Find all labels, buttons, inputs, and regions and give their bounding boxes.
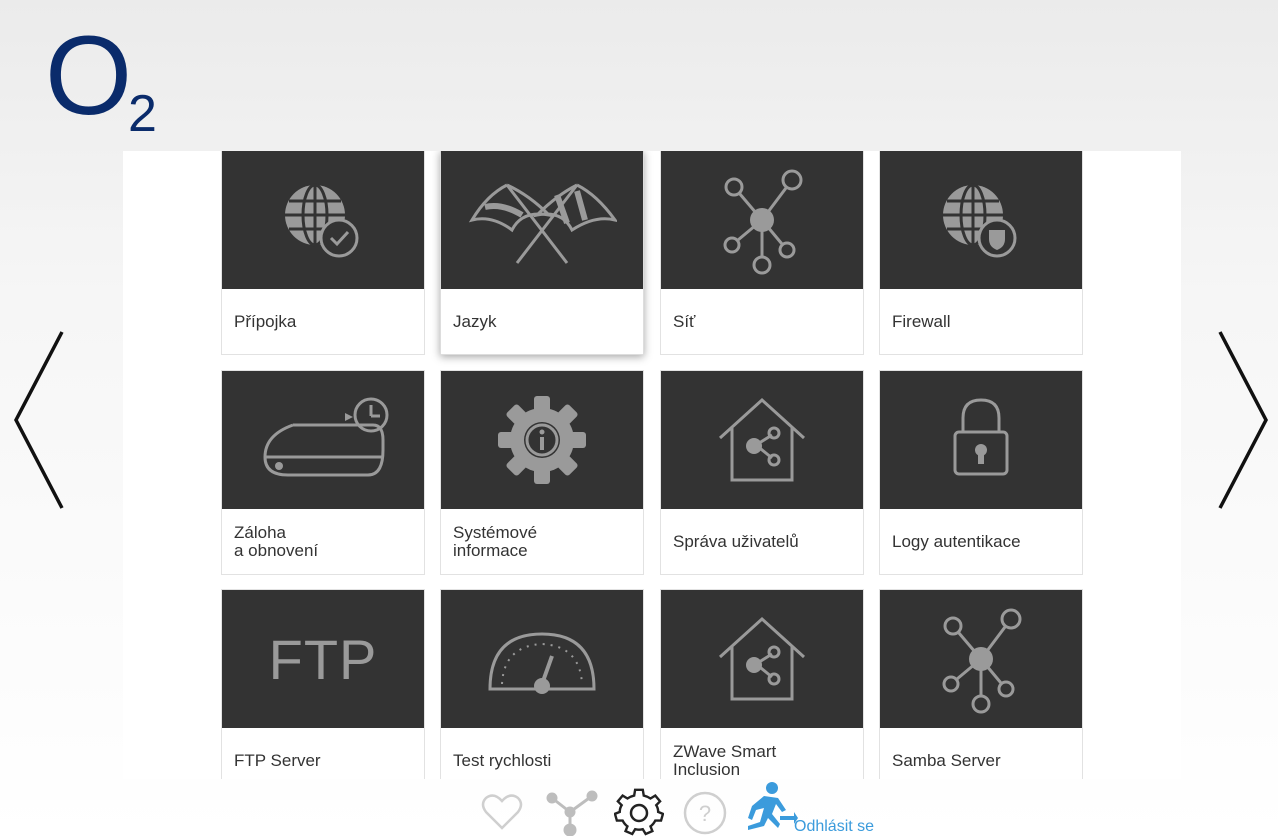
svg-text:?: ?	[699, 801, 711, 826]
tile-label: Záloha a obnovení	[234, 523, 319, 560]
tile-test-rychlosti[interactable]: Test rychlosti	[440, 589, 644, 779]
house-zwave-icon	[718, 616, 806, 701]
network-icon	[723, 169, 803, 275]
logo-subscript: 2	[128, 85, 157, 143]
tile-logy-autentikace[interactable]: Logy autentikace	[879, 370, 1083, 575]
tile-label: Síť	[673, 312, 696, 331]
tile-icon-area	[222, 151, 424, 289]
speedometer-icon	[488, 632, 596, 694]
chevron-right-icon[interactable]	[1212, 330, 1272, 510]
tile-pripojka[interactable]: Přípojka	[221, 151, 425, 355]
tile-zaloha[interactable]: Záloha a obnovení	[221, 370, 425, 575]
tile-label: Samba Server	[892, 751, 1001, 770]
tile-systemove-informace[interactable]: Systémové informace	[440, 370, 644, 575]
samba-network-icon	[942, 608, 1022, 714]
tile-label: Systémové informace	[453, 523, 538, 560]
tile-samba-server[interactable]: Samba Server	[879, 589, 1083, 779]
tile-icon-area	[441, 151, 643, 289]
tile-icon-area	[880, 590, 1082, 728]
flags-icon	[468, 183, 617, 264]
tile-icon-area	[880, 151, 1082, 289]
padlock-icon	[953, 398, 1009, 476]
tile-label: Firewall	[892, 312, 951, 331]
tile-icon-area	[880, 371, 1082, 509]
backup-restore-icon	[263, 397, 389, 477]
globe-shield-icon	[943, 183, 1017, 258]
tile-label: ZWave Smart Inclusion	[673, 742, 777, 779]
tile-jazyk[interactable]: Jazyk	[440, 151, 644, 355]
tile-firewall[interactable]: Firewall	[879, 151, 1083, 355]
chevron-left-icon[interactable]	[10, 330, 70, 510]
globe-check-icon	[285, 183, 359, 258]
tile-zwave[interactable]: ZWave Smart Inclusion	[660, 589, 864, 779]
logout-link[interactable]: Odhlásit se	[794, 818, 874, 836]
settings-gear-icon[interactable]	[614, 786, 664, 836]
heart-icon[interactable]	[480, 792, 524, 832]
gear-info-icon	[498, 396, 586, 484]
o2-logo: O 2	[45, 20, 185, 145]
house-users-icon	[718, 397, 806, 482]
tile-icon-area: FTP	[222, 590, 424, 728]
tile-label: Jazyk	[453, 312, 497, 331]
logo-letter: O	[45, 13, 133, 138]
topology-icon[interactable]	[544, 790, 600, 836]
ftp-text-icon: FTP	[268, 627, 378, 691]
settings-grid: Přípojka Jazyk Síť Firewall Záloha a obn…	[123, 151, 1181, 779]
tile-label: Test rychlosti	[453, 751, 552, 770]
tile-label: Přípojka	[234, 312, 297, 331]
tile-icon-area	[661, 371, 863, 509]
tile-sprava-uzivatelu[interactable]: Správa uživatelů	[660, 370, 864, 575]
tile-sit[interactable]: Síť	[660, 151, 864, 355]
tile-ftp-server[interactable]: FTP FTP Server	[221, 589, 425, 779]
tile-label: Správa uživatelů	[673, 532, 799, 551]
logout-runner-icon[interactable]	[742, 780, 798, 837]
help-icon[interactable]: ?	[682, 790, 728, 836]
tile-icon-area	[661, 151, 863, 289]
tile-label: FTP Server	[234, 751, 321, 770]
tile-icon-area	[441, 371, 643, 509]
tile-icon-area	[222, 371, 424, 509]
tile-icon-area	[441, 590, 643, 728]
tile-label: Logy autentikace	[892, 532, 1021, 551]
tile-icon-area	[661, 590, 863, 728]
